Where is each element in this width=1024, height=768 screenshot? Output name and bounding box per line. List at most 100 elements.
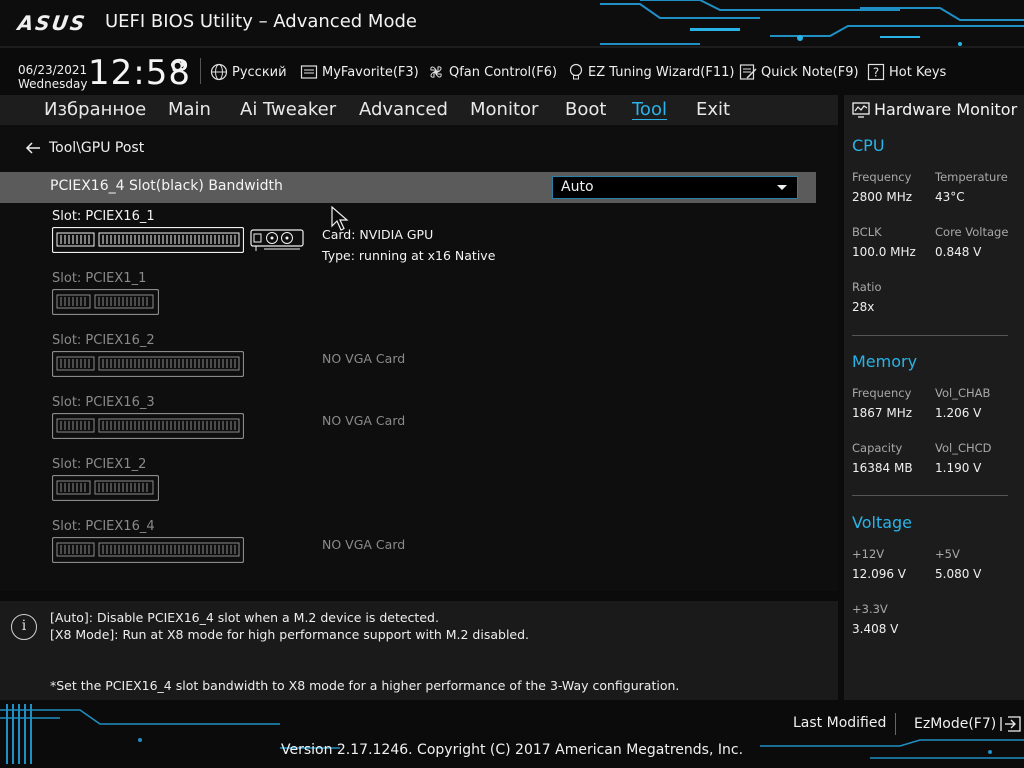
- memory-frequency-value: 1867 MHz: [852, 406, 913, 420]
- tab-advanced[interactable]: Advanced: [359, 99, 448, 120]
- back-arrow-icon[interactable]: [25, 141, 41, 155]
- tab-exit[interactable]: Exit: [696, 99, 730, 120]
- tab-tool[interactable]: Tool: [632, 99, 667, 120]
- hardware-monitor-label: Hardware Monitor: [874, 100, 1018, 119]
- tab-monitor[interactable]: Monitor: [470, 99, 538, 120]
- slot-label-pciex16-4: Slot: PCIEX16_4: [52, 519, 155, 534]
- tab-main[interactable]: Main: [168, 99, 211, 120]
- bandwidth-select[interactable]: Auto: [552, 176, 798, 199]
- language-label: Русский: [232, 64, 287, 80]
- hot-keys-label: Hot Keys: [889, 64, 947, 80]
- cpu-bclk-label: BCLK: [852, 225, 882, 239]
- slot-graphic-pciex16-3: [52, 413, 244, 439]
- slot1-type: Type: running at x16 Native: [322, 248, 496, 263]
- cpu-core-voltage-label: Core Voltage: [935, 225, 1009, 239]
- hardware-monitor-title: Hardware Monitor: [852, 100, 1017, 119]
- slot-graphic-pciex16-2: [52, 351, 244, 377]
- title-bar: ASUS UEFI BIOS Utility – Advanced Mode: [0, 0, 1024, 48]
- app-title: UEFI BIOS Utility – Advanced Mode: [105, 11, 417, 32]
- quick-note-label: Quick Note(F9): [761, 64, 859, 80]
- breadcrumb[interactable]: Tool\GPU Post: [25, 140, 144, 156]
- weekday-text: Wednesday: [18, 77, 88, 91]
- hw-divider: [852, 495, 1008, 496]
- slot-graphic-pciex1-1: [52, 289, 159, 315]
- footer-separator: [895, 713, 896, 735]
- bandwidth-select-value: Auto: [561, 179, 594, 195]
- voltage-3v3-label: +3.3V: [852, 602, 888, 616]
- voltage-3v3-value: 3.408 V: [852, 622, 899, 636]
- hot-keys-button[interactable]: ? Hot Keys: [867, 62, 946, 82]
- setting-label: PCIEX16_4 Slot(black) Bandwidth: [50, 178, 283, 194]
- cpu-temperature-label: Temperature: [935, 170, 1008, 184]
- slot3-card: NO VGA Card: [322, 351, 406, 366]
- gpu-card-icon: [250, 229, 304, 251]
- ez-tuning-wizard-button[interactable]: EZ Tuning Wizard(F11): [568, 62, 734, 82]
- slot6-card: NO VGA Card: [322, 537, 406, 552]
- breadcrumb-text: Tool\GPU Post: [49, 140, 145, 156]
- infobar-separator: [200, 58, 201, 84]
- fan-icon: [430, 66, 442, 78]
- cpu-section-title: CPU: [852, 136, 885, 155]
- memory-vol-chab-value: 1.206 V: [935, 406, 982, 420]
- language-button[interactable]: Русский: [210, 62, 287, 82]
- slot-label-pciex16-3: Slot: PCIEX16_3: [52, 395, 155, 410]
- cpu-ratio-value: 28x: [852, 300, 875, 314]
- mouse-cursor-icon: [331, 206, 349, 231]
- tab-boot[interactable]: Boot: [565, 99, 606, 120]
- help-line-x8: [X8 Mode]: Run at X8 mode for high perfo…: [50, 627, 530, 642]
- chevron-down-icon: [777, 185, 787, 190]
- tab-ai-tweaker[interactable]: Ai Tweaker: [240, 99, 336, 120]
- memory-section-title: Memory: [852, 352, 918, 371]
- slot4-card: NO VGA Card: [322, 413, 406, 428]
- date-display: 06/23/2021 Wednesday: [18, 63, 87, 91]
- help-line-auto: [Auto]: Disable PCIEX16_4 slot when a M.…: [50, 610, 439, 625]
- globe-icon: [210, 63, 228, 81]
- lightbulb-icon: [569, 63, 583, 80]
- memory-frequency-label: Frequency: [852, 386, 912, 400]
- cpu-ratio-label: Ratio: [852, 280, 882, 294]
- voltage-12v-label: +12V: [852, 547, 885, 561]
- voltage-5v-value: 5.080 V: [935, 567, 982, 581]
- info-icon: i: [11, 614, 37, 640]
- cpu-core-voltage-value: 0.848 V: [935, 245, 982, 259]
- cpu-frequency-value: 2800 MHz: [852, 190, 913, 204]
- exit-to-ezmode-icon: [1000, 716, 1021, 732]
- slot-label-pciex1-2: Slot: PCIEX1_2: [52, 457, 147, 472]
- slot-graphic-pciex16-4: [52, 537, 244, 563]
- ezmode-label: EzMode(F7): [914, 716, 997, 732]
- question-icon: ?: [867, 63, 885, 81]
- qfan-label: Qfan Control(F6): [449, 64, 558, 80]
- quick-note-button[interactable]: Quick Note(F9): [739, 62, 859, 82]
- help-line-note: *Set the PCIEX16_4 slot bandwidth to X8 …: [50, 678, 680, 693]
- memory-capacity-label: Capacity: [852, 441, 903, 455]
- svg-text:?: ?: [873, 66, 879, 80]
- slot-graphic-pciex16-1: [52, 227, 244, 253]
- slot-label-pciex16-1: Slot: PCIEX16_1: [52, 209, 155, 224]
- myfavorite-button[interactable]: MyFavorite(F3): [300, 62, 419, 82]
- tab-favorites[interactable]: Избранное: [44, 99, 146, 120]
- ez-tuning-label: EZ Tuning Wizard(F11): [588, 64, 735, 80]
- voltage-section-title: Voltage: [852, 513, 913, 532]
- qfan-control-button[interactable]: Qfan Control(F6): [427, 62, 557, 82]
- cpu-bclk-value: 100.0 MHz: [852, 245, 916, 259]
- memory-capacity-value: 16384 MB: [852, 461, 913, 475]
- last-modified-button[interactable]: Last Modified: [793, 715, 886, 731]
- memory-vol-chcd-label: Vol_CHCD: [935, 441, 992, 455]
- cpu-temperature-value: 43°C: [935, 190, 965, 204]
- date-text: 06/23/2021: [18, 63, 88, 77]
- voltage-12v-value: 12.096 V: [852, 567, 907, 581]
- cpu-frequency-label: Frequency: [852, 170, 912, 184]
- asus-logo: ASUS: [16, 11, 89, 35]
- favorite-icon: [300, 65, 318, 79]
- note-icon: [739, 64, 757, 80]
- slot-label-pciex1-1: Slot: PCIEX1_1: [52, 271, 147, 286]
- copyright-text: Version 2.17.1246. Copyright (C) 2017 Am…: [280, 742, 744, 758]
- slot-label-pciex16-2: Slot: PCIEX16_2: [52, 333, 155, 348]
- gear-icon[interactable]: ✿: [170, 56, 185, 77]
- voltage-5v-label: +5V: [935, 547, 960, 561]
- monitor-icon: [852, 101, 870, 118]
- ezmode-button[interactable]: EzMode(F7): [914, 715, 1022, 733]
- hw-divider: [852, 335, 1008, 336]
- slot-graphic-pciex1-2: [52, 475, 159, 501]
- myfavorite-label: MyFavorite(F3): [322, 64, 419, 80]
